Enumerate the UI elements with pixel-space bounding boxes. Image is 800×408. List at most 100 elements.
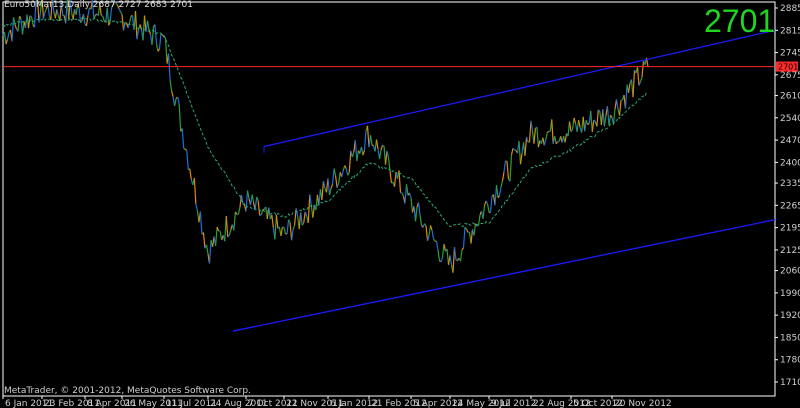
price-segment	[386, 150, 390, 158]
price-segment	[452, 247, 456, 273]
price-segment	[485, 200, 489, 204]
price-segment	[506, 161, 510, 180]
price-segment	[5, 39, 9, 45]
price-segment	[503, 161, 507, 172]
price-segment	[519, 153, 523, 165]
x-tick-label: 9 Jul 2012	[491, 399, 536, 408]
price-segment	[408, 192, 412, 198]
price-segment	[618, 100, 622, 116]
price-segment	[417, 202, 421, 216]
price-segment	[375, 139, 379, 150]
price-segment	[312, 205, 315, 218]
y-tick-label: 1990	[780, 289, 800, 299]
price-segment	[500, 180, 504, 188]
price-segment	[393, 172, 397, 187]
y-tick-label: 2125	[780, 246, 800, 256]
price-segment	[321, 181, 325, 201]
price-segment	[366, 125, 370, 148]
price-segment	[432, 238, 436, 242]
price-segment	[189, 168, 192, 180]
price-segment	[571, 117, 575, 130]
price-segment	[11, 17, 15, 42]
price-segment	[459, 249, 463, 262]
y-tick-label: 2470	[780, 136, 800, 146]
y-tick-label: 2675	[780, 71, 800, 81]
price-segment	[410, 197, 414, 213]
price-segment	[309, 194, 312, 206]
price-segment	[384, 150, 388, 165]
price-segment	[341, 170, 344, 178]
price-segment	[501, 171, 505, 182]
price-segment	[627, 83, 631, 94]
price-segment	[328, 188, 332, 196]
price-segment	[283, 227, 287, 235]
copyright-footer: MetaTrader, © 2001-2012, MetaQuotes Soft…	[4, 386, 251, 396]
price-segment	[624, 84, 628, 109]
price-segment	[345, 168, 349, 176]
price-segment	[437, 249, 441, 262]
price-segment	[354, 140, 358, 162]
price-segment	[274, 215, 277, 240]
price-segment	[260, 209, 264, 215]
price-segment	[606, 106, 610, 126]
price-segment	[429, 225, 433, 231]
price-segment	[280, 226, 284, 236]
price-segment	[533, 128, 537, 144]
price-segment	[3, 32, 7, 45]
price-segment	[573, 117, 577, 124]
price-segment	[510, 148, 514, 156]
price-segment	[208, 240, 212, 264]
price-segment	[587, 122, 590, 126]
price-chart[interactable]: 6 Jan 201123 Feb 20118 Apr 201126 May 20…	[0, 0, 800, 408]
price-segment	[195, 203, 198, 211]
x-tick-label: 20 Nov 2012	[614, 399, 672, 408]
price-segment	[290, 229, 294, 241]
price-segment	[380, 144, 384, 151]
y-tick-label: 2195	[780, 224, 800, 234]
price-segment	[268, 207, 271, 220]
price-segment	[401, 192, 405, 197]
price-segment	[171, 90, 174, 98]
price-segment	[362, 150, 366, 156]
price-segment	[473, 223, 477, 236]
price-segment	[615, 99, 619, 110]
price-segment	[106, 7, 110, 26]
price-segment	[300, 212, 303, 226]
price-segment	[596, 109, 599, 127]
price-segment	[246, 190, 250, 199]
price-segment	[477, 214, 481, 226]
price-segment	[405, 184, 409, 196]
price-segment	[495, 185, 499, 198]
price-segment	[240, 194, 244, 204]
price-segment	[119, 11, 123, 15]
price-segment	[136, 29, 140, 40]
current-price-tag-label: 2701	[778, 63, 798, 72]
price-segment	[518, 140, 522, 165]
price-segment	[202, 232, 206, 249]
price-segment	[184, 148, 188, 151]
y-tick-label: 1780	[780, 356, 800, 366]
price-segment	[333, 168, 337, 176]
price-segment	[443, 244, 447, 252]
price-segment	[590, 110, 593, 132]
price-segment	[303, 211, 306, 223]
chart-window: 6 Jan 2011 23 Feb 2011 8 Apr 2011 26 May 20…	[0, 0, 800, 408]
price-segment	[378, 149, 382, 160]
price-segment	[14, 24, 18, 30]
price-segment	[169, 79, 173, 91]
price-segment	[578, 120, 581, 128]
y-tick-label: 2060	[780, 267, 800, 277]
price-segment	[233, 211, 236, 231]
y-tick-label: 2400	[780, 158, 800, 168]
price-segment	[482, 205, 486, 219]
current-price-display: 2701	[704, 3, 776, 39]
price-segment	[449, 255, 453, 266]
price-segment	[177, 97, 180, 105]
price-segment	[56, 9, 59, 16]
y-tick-label: 2335	[780, 179, 800, 189]
price-segment	[30, 16, 34, 25]
price-segment	[334, 175, 338, 188]
price-segment	[295, 208, 299, 217]
price-segment	[193, 177, 197, 204]
price-segment	[128, 15, 132, 24]
